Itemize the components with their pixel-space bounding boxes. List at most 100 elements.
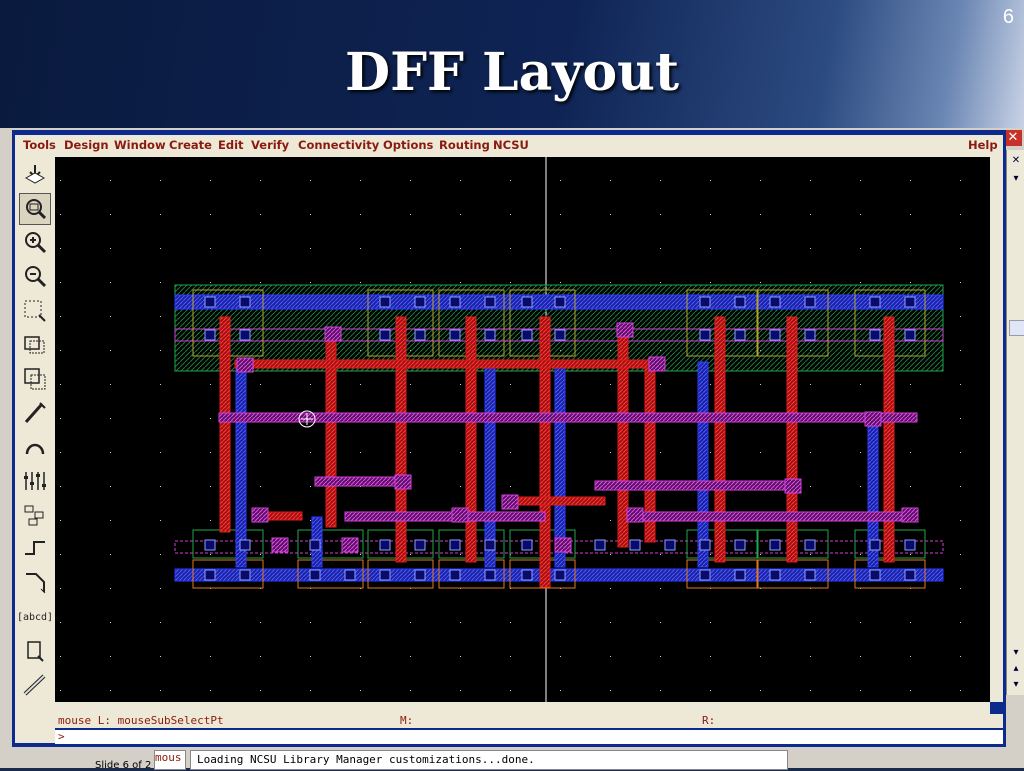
grid-dot	[360, 554, 361, 555]
menu-tools[interactable]: Tools	[23, 138, 56, 152]
background-scroll-strip[interactable]: ✕ ▾ ▾ ▴ ▾	[1006, 150, 1024, 695]
grid-dot	[710, 690, 711, 691]
grid-dot	[260, 452, 261, 453]
menu-connectivity[interactable]: Connectivity	[298, 138, 379, 152]
instance-icon[interactable]	[19, 499, 51, 531]
via	[394, 474, 412, 490]
grid-dot	[910, 180, 911, 181]
grid-dot	[960, 180, 961, 181]
grid-dot	[110, 384, 111, 385]
delete-icon[interactable]	[19, 397, 51, 429]
menu-window[interactable]: Window	[114, 138, 166, 152]
menu-help[interactable]: Help	[968, 138, 998, 152]
grid-dot	[460, 180, 461, 181]
grid-dot	[110, 520, 111, 521]
path-icon[interactable]	[19, 533, 51, 565]
close-icon[interactable]: ✕	[1004, 130, 1022, 146]
grid-dot	[110, 486, 111, 487]
grid-dot	[960, 520, 961, 521]
metal2-route	[594, 480, 796, 491]
menu-edit[interactable]: Edit	[218, 138, 244, 152]
command-prompt: >	[58, 730, 65, 743]
fit-view-icon[interactable]	[19, 193, 51, 225]
contact	[869, 569, 881, 581]
grid-dot	[210, 622, 211, 623]
rectangle-icon[interactable]	[19, 635, 51, 667]
close-small-icon[interactable]: ✕	[1009, 154, 1023, 168]
ruler-icon[interactable]	[19, 669, 51, 701]
poly-gate	[539, 316, 551, 588]
layout-drawing[interactable]	[55, 157, 990, 702]
contact	[734, 296, 746, 308]
contact	[869, 296, 881, 308]
copy-icon[interactable]	[19, 329, 51, 361]
contact	[769, 539, 781, 551]
grid-dot	[260, 656, 261, 657]
contact	[379, 296, 391, 308]
zoom-in-icon[interactable]	[19, 227, 51, 259]
grid-dot	[810, 180, 811, 181]
contact	[804, 329, 816, 341]
menu-routing[interactable]: Routing	[439, 138, 490, 152]
stretch-icon[interactable]	[19, 295, 51, 327]
grid-dot	[960, 554, 961, 555]
contact	[239, 329, 251, 341]
contact	[414, 296, 426, 308]
chevron-down-icon[interactable]: ▾	[1009, 646, 1023, 660]
ciw-tab[interactable]: mous	[154, 750, 186, 770]
mouse-middle-status: M:	[400, 714, 414, 727]
save-icon[interactable]	[19, 159, 51, 191]
via	[501, 494, 519, 510]
poly-gate	[883, 316, 895, 563]
tool-palette: [abcd]	[15, 157, 55, 743]
grid-dot	[910, 248, 911, 249]
grid-dot	[110, 418, 111, 419]
label-icon[interactable]: [abcd]	[17, 601, 53, 633]
grid-dot	[460, 554, 461, 555]
undo-icon[interactable]	[19, 431, 51, 463]
vertical-scrollbar[interactable]	[990, 157, 1003, 702]
grid-dot	[610, 554, 611, 555]
grid-dot	[810, 486, 811, 487]
menu-create[interactable]: Create	[169, 138, 212, 152]
menu-options[interactable]: Options	[383, 138, 433, 152]
layout-editor-window: Tools Design Window Create Edit Verify C…	[12, 130, 1006, 747]
menu-ncsu[interactable]: NCSU	[493, 138, 529, 152]
contact	[414, 569, 426, 581]
grid-dot	[460, 282, 461, 283]
properties-icon[interactable]	[19, 465, 51, 497]
grid-dot	[660, 690, 661, 691]
zoom-out-icon[interactable]	[19, 261, 51, 293]
grid-dot	[460, 452, 461, 453]
contact	[734, 329, 746, 341]
command-line[interactable]: >	[55, 730, 1003, 744]
contact	[204, 569, 216, 581]
grid-dot	[910, 622, 911, 623]
grid-dot	[210, 690, 211, 691]
scroll-thumb[interactable]	[1009, 320, 1024, 336]
via	[554, 537, 572, 553]
grid-dot	[760, 554, 761, 555]
grid-dot	[760, 452, 761, 453]
chevron-down-icon[interactable]: ▾	[1009, 678, 1023, 692]
chevron-down-icon[interactable]: ▾	[1009, 172, 1023, 186]
chevron-up-icon[interactable]: ▴	[1009, 662, 1023, 676]
contact	[239, 569, 251, 581]
grid-dot	[410, 554, 411, 555]
grid-dot	[60, 520, 61, 521]
via	[271, 537, 289, 553]
contact	[734, 539, 746, 551]
grid-dot	[660, 588, 661, 589]
contact	[769, 569, 781, 581]
polygon-icon[interactable]	[19, 567, 51, 599]
contact	[239, 539, 251, 551]
menu-design[interactable]: Design	[64, 138, 109, 152]
horizontal-scrollbar[interactable]	[55, 702, 990, 714]
move-icon[interactable]	[19, 363, 51, 395]
grid-dot	[860, 622, 861, 623]
grid-dot	[660, 180, 661, 181]
ciw-output: Loading NCSU Library Manager customizati…	[190, 750, 788, 770]
menu-verify[interactable]: Verify	[251, 138, 289, 152]
layout-canvas[interactable]	[55, 157, 990, 702]
grid-dot	[610, 520, 611, 521]
